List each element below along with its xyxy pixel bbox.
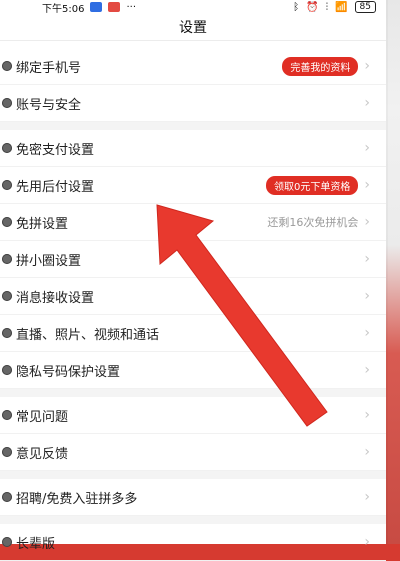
battery-indicator: 85 bbox=[354, 1, 376, 13]
row-bullet-icon bbox=[2, 180, 12, 190]
setting-label: 拼小圈设置 bbox=[16, 253, 82, 269]
setting-free-group[interactable]: 免拼设置 还剩16次免拼机会 › bbox=[0, 204, 386, 241]
setting-pin-circle[interactable]: 拼小圈设置 › bbox=[0, 241, 386, 278]
page-title: 设置 bbox=[179, 20, 207, 36]
setting-right: 完善我的资料 › bbox=[282, 56, 370, 76]
status-left: 下午5:06 ··· bbox=[42, 0, 136, 15]
setting-label: 先用后付设置 bbox=[16, 179, 95, 195]
setting-password-free-pay[interactable]: 免密支付设置 › bbox=[0, 130, 386, 167]
chevron-right-icon: › bbox=[364, 95, 370, 111]
row-bullet-icon bbox=[2, 254, 12, 264]
vibrate-icon: ⫶ bbox=[325, 1, 329, 13]
setting-right: › bbox=[364, 490, 370, 504]
row-bullet-icon bbox=[2, 447, 12, 457]
setting-label: 消息接收设置 bbox=[16, 290, 95, 306]
setting-label: 意见反馈 bbox=[16, 446, 69, 462]
notification-app-icon-2 bbox=[108, 2, 121, 12]
setting-right: 还剩16次免拼机会 › bbox=[267, 214, 370, 230]
bluetooth-icon: ᛒ bbox=[293, 1, 300, 13]
setting-live-photo-video-call[interactable]: 直播、照片、视频和通话 › bbox=[0, 315, 386, 352]
chevron-right-icon: › bbox=[364, 177, 370, 193]
section-divider bbox=[0, 122, 386, 130]
complete-profile-badge[interactable]: 完善我的资料 bbox=[282, 56, 359, 76]
row-bullet-icon bbox=[2, 217, 12, 227]
setting-feedback[interactable]: 意见反馈 › bbox=[0, 434, 386, 471]
setting-label: 免拼设置 bbox=[16, 216, 69, 232]
chevron-right-icon: › bbox=[364, 534, 370, 550]
setting-right: › bbox=[364, 535, 370, 549]
chevron-right-icon: › bbox=[364, 362, 370, 378]
setting-message-receive[interactable]: 消息接收设置 › bbox=[0, 278, 386, 315]
zero-yuan-order-badge[interactable]: 领取0元下单资格 bbox=[266, 175, 359, 195]
setting-privacy-number[interactable]: 隐私号码保护设置 › bbox=[0, 352, 386, 389]
setting-right: › bbox=[364, 445, 370, 459]
chevron-right-icon: › bbox=[364, 325, 370, 341]
chevron-right-icon: › bbox=[364, 214, 370, 230]
battery-level: 85 bbox=[359, 2, 371, 12]
setting-label: 免密支付设置 bbox=[16, 142, 95, 158]
status-more-dots: ··· bbox=[126, 1, 137, 13]
setting-label: 招聘/免费入驻拼多多 bbox=[16, 491, 138, 507]
status-right: ᛒ ⏰ ⫶ 📶 85 bbox=[293, 1, 376, 13]
setting-elder-mode[interactable]: 长辈版 › bbox=[0, 524, 386, 561]
alarm-icon: ⏰ bbox=[306, 1, 319, 13]
settings-panel: 下午5:06 ··· ᛒ ⏰ ⫶ 📶 85 设置 绑定手机号 完善我的资料 › bbox=[0, 0, 386, 561]
row-bullet-icon bbox=[2, 537, 12, 547]
setting-right: 领取0元下单资格 › bbox=[266, 175, 370, 195]
chevron-right-icon: › bbox=[364, 444, 370, 460]
setting-pay-later[interactable]: 先用后付设置 领取0元下单资格 › bbox=[0, 167, 386, 204]
row-bullet-icon bbox=[2, 98, 12, 108]
row-bullet-icon bbox=[2, 365, 12, 375]
setting-right: › bbox=[364, 408, 370, 422]
chevron-right-icon: › bbox=[364, 489, 370, 505]
section-divider bbox=[0, 389, 386, 397]
setting-recruit-merchant[interactable]: 招聘/免费入驻拼多多 › bbox=[0, 479, 386, 516]
status-bar: 下午5:06 ··· ᛒ ⏰ ⫶ 📶 85 bbox=[0, 0, 386, 15]
setting-right: › bbox=[364, 96, 370, 110]
background-right-edge bbox=[384, 0, 400, 544]
title-bar: 设置 bbox=[0, 14, 386, 41]
chevron-right-icon: › bbox=[364, 140, 370, 156]
section-divider bbox=[0, 516, 386, 524]
row-bullet-icon bbox=[2, 328, 12, 338]
setting-bind-phone[interactable]: 绑定手机号 完善我的资料 › bbox=[0, 48, 386, 85]
chevron-right-icon: › bbox=[364, 251, 370, 267]
row-bullet-icon bbox=[2, 61, 12, 71]
setting-faq[interactable]: 常见问题 › bbox=[0, 397, 386, 434]
chevron-right-icon: › bbox=[364, 407, 370, 423]
setting-label: 隐私号码保护设置 bbox=[16, 364, 121, 380]
section-divider bbox=[0, 471, 386, 479]
chevron-right-icon: › bbox=[364, 58, 370, 74]
setting-label: 常见问题 bbox=[16, 409, 69, 425]
setting-label: 直播、照片、视频和通话 bbox=[16, 327, 160, 343]
setting-label: 长辈版 bbox=[16, 536, 56, 552]
setting-right: › bbox=[364, 141, 370, 155]
setting-account-security[interactable]: 账号与安全 › bbox=[0, 85, 386, 122]
free-group-remaining-hint: 还剩16次免拼机会 bbox=[267, 216, 359, 229]
chevron-right-icon: › bbox=[364, 288, 370, 304]
row-bullet-icon bbox=[2, 492, 12, 502]
row-bullet-icon bbox=[2, 410, 12, 420]
settings-list: 绑定手机号 完善我的资料 › 账号与安全 › 免密支付设置 › 先用后付设置 领… bbox=[0, 48, 386, 561]
setting-right: › bbox=[364, 326, 370, 340]
setting-label: 绑定手机号 bbox=[16, 60, 82, 76]
setting-label: 账号与安全 bbox=[16, 97, 82, 113]
setting-right: › bbox=[364, 289, 370, 303]
status-time: 下午5:06 bbox=[42, 3, 85, 15]
notification-app-icon bbox=[90, 2, 103, 12]
row-bullet-icon bbox=[2, 143, 12, 153]
wifi-icon: 📶 bbox=[335, 1, 348, 13]
setting-right: › bbox=[364, 363, 370, 377]
setting-right: › bbox=[364, 252, 370, 266]
row-bullet-icon bbox=[2, 291, 12, 301]
